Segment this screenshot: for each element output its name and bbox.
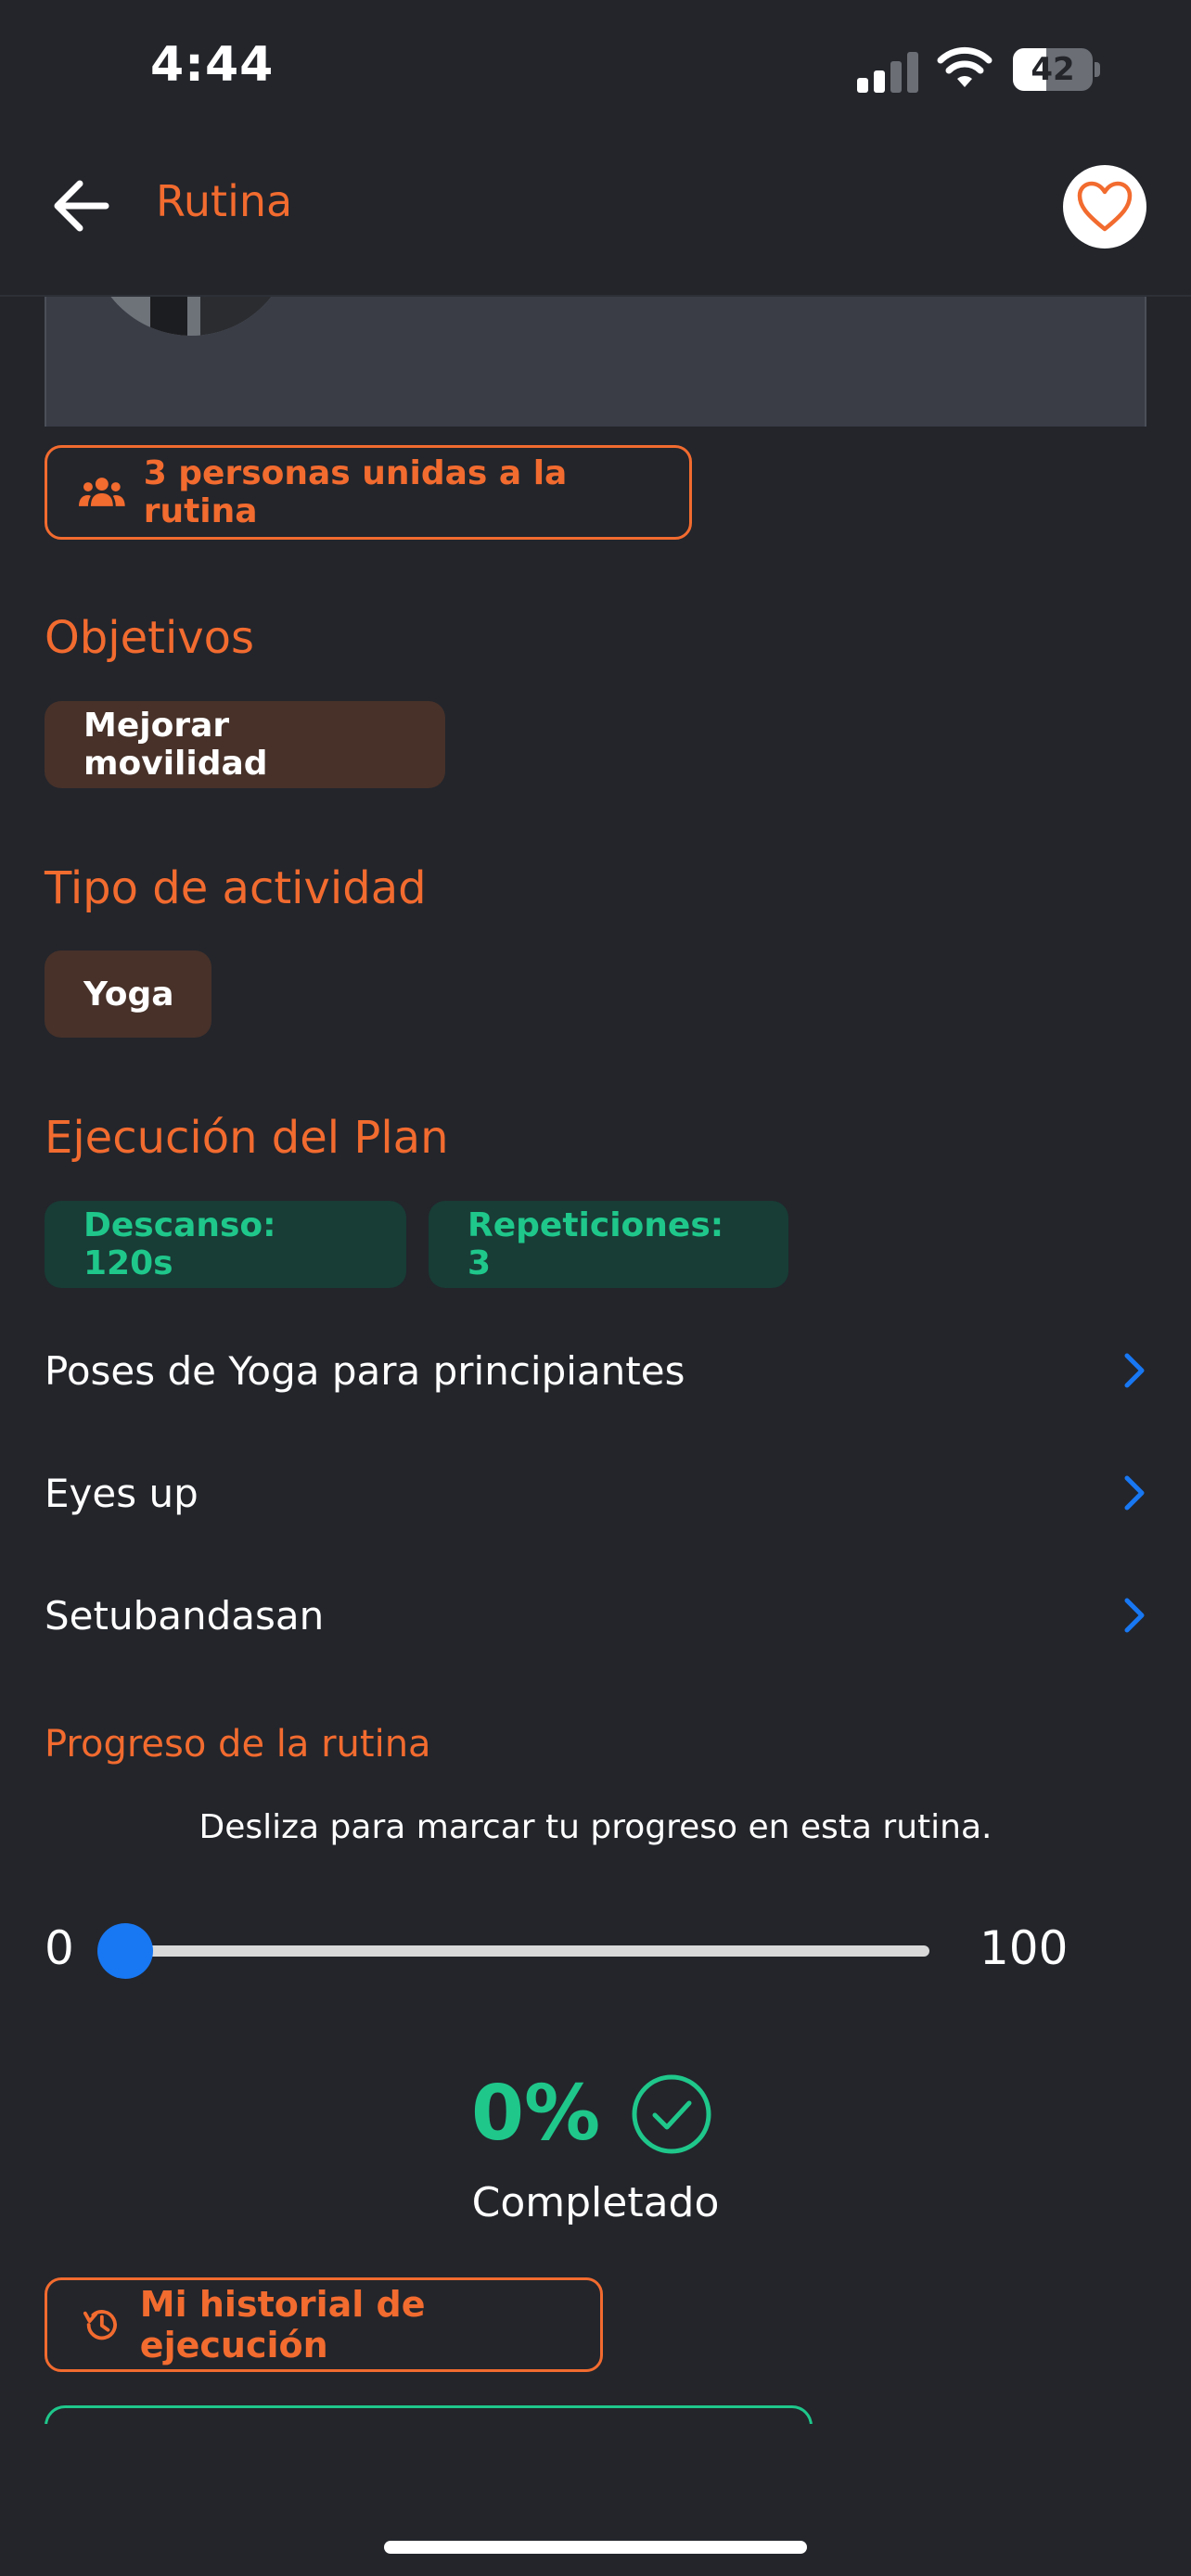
back-button[interactable] [48, 172, 115, 239]
activity-chip: Yoga [45, 950, 211, 1038]
trainer-card[interactable]: ★★★★★ [45, 297, 1146, 427]
scroll-clip [0, 2424, 1191, 2480]
progress-slider-thumb[interactable] [97, 1923, 153, 1979]
slider-min-label: 0 [45, 1921, 74, 1975]
slider-max-label: 100 [980, 1921, 1069, 1975]
trainer-card-viewport: ★★★★★ [0, 297, 1191, 427]
chevron-right-icon [1124, 1353, 1145, 1388]
execution-history-button[interactable]: Mi historial de ejecución [45, 2277, 603, 2372]
cellular-signal-icon [857, 52, 920, 93]
progress-percent: 0% [471, 2070, 601, 2158]
check-circle-icon [631, 2073, 712, 2155]
battery-level: 42 [1031, 51, 1075, 88]
history-icon [83, 2310, 117, 2340]
chevron-right-icon [1124, 1598, 1145, 1633]
rest-chip: Descanso: 120s [45, 1201, 406, 1288]
objective-chip: Mejorar movilidad [45, 701, 445, 788]
battery-icon: 42 [1013, 48, 1102, 91]
execution-history-label: Mi historial de ejecución [139, 2284, 426, 2366]
joined-people-button[interactable]: 3 personas unidas a la rutina [45, 445, 692, 540]
home-indicator [384, 2541, 807, 2554]
favorite-button[interactable] [1063, 165, 1146, 249]
people-group-icon [79, 478, 125, 506]
wifi-icon [937, 46, 992, 91]
exercise-label: Poses de Yoga para principiantes [45, 1347, 685, 1394]
status-time: 4:44 [150, 37, 275, 93]
chevron-right-icon [1124, 1475, 1145, 1511]
page-title: Rutina [156, 176, 293, 226]
heart-icon [1077, 181, 1133, 232]
progress-hint: Desliza para marcar tu progreso en esta … [198, 1808, 992, 1846]
repetitions-chip: Repeticiones: 3 [429, 1201, 788, 1288]
progress-slider-track[interactable] [109, 1945, 929, 1957]
trainer-avatar [89, 297, 293, 336]
routine-progress-title: Progreso de la rutina [45, 1723, 431, 1766]
exercise-label: Eyes up [45, 1470, 198, 1516]
completed-label: Completado [471, 2179, 720, 2226]
exercise-item[interactable]: Setubandasan [45, 1578, 1146, 1652]
exercise-item[interactable]: Poses de Yoga para principiantes [45, 1333, 1146, 1408]
exercise-label: Setubandasan [45, 1592, 325, 1639]
exercise-item[interactable]: Eyes up [45, 1456, 1146, 1530]
joined-people-label: 3 personas unidas a la rutina [143, 454, 568, 530]
plan-execution-title: Ejecución del Plan [45, 1112, 449, 1164]
arrow-left-icon [54, 180, 109, 232]
objectives-title: Objetivos [45, 612, 255, 664]
activity-type-title: Tipo de actividad [45, 862, 427, 914]
